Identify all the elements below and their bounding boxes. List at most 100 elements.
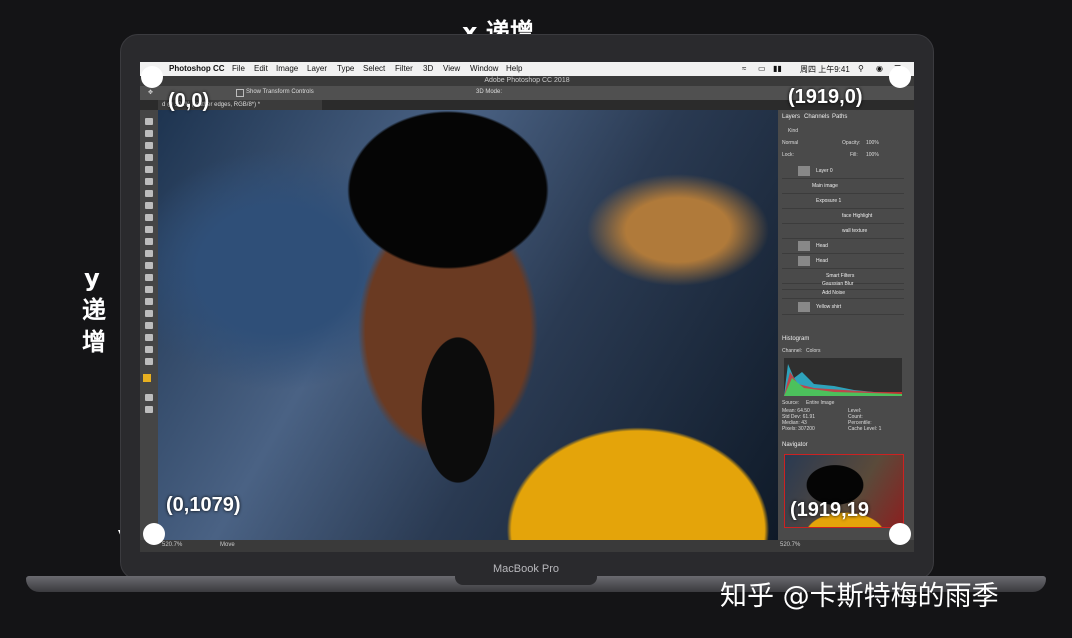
more-tools-icon[interactable] bbox=[145, 358, 153, 365]
kind-filter[interactable]: Kind bbox=[788, 128, 798, 134]
tab-paths[interactable]: Paths bbox=[832, 114, 847, 120]
blur-tool-icon[interactable] bbox=[145, 262, 153, 269]
layer-name: Head bbox=[816, 243, 828, 249]
pen-tool-icon[interactable] bbox=[145, 286, 153, 293]
corner-marker-bottom-right bbox=[889, 523, 911, 545]
navigator-title: Navigator bbox=[782, 442, 808, 448]
layer-row[interactable]: face Highlight bbox=[782, 209, 904, 224]
source-select[interactable]: Entire Image bbox=[806, 400, 834, 406]
magic-wand-tool-icon[interactable] bbox=[145, 154, 153, 161]
crop-tool-icon[interactable] bbox=[145, 166, 153, 173]
status-tool: Move bbox=[220, 542, 235, 548]
coord-bottom-right: (1919,19 bbox=[790, 499, 869, 521]
foreground-color-swatch[interactable] bbox=[143, 374, 151, 382]
layer-row[interactable]: Head bbox=[782, 239, 904, 254]
move-tool-icon[interactable] bbox=[145, 118, 153, 125]
watermark: 知乎 @卡斯特梅的雨季 bbox=[720, 581, 999, 612]
type-tool-icon[interactable] bbox=[145, 298, 153, 305]
layer-name: wall texture bbox=[842, 228, 868, 234]
layer-row[interactable]: Yellow shirt bbox=[782, 300, 904, 315]
blend-mode-select[interactable]: Normal bbox=[782, 140, 798, 146]
menu-view[interactable]: View bbox=[443, 64, 460, 73]
layer-row[interactable]: wall texture bbox=[782, 224, 904, 239]
menu-edit[interactable]: Edit bbox=[254, 64, 268, 73]
lasso-tool-icon[interactable] bbox=[145, 142, 153, 149]
corner-marker-top-left bbox=[141, 66, 163, 88]
y-axis-label-line: y bbox=[84, 264, 100, 292]
shape-tool-icon[interactable] bbox=[145, 322, 153, 329]
y-axis-label-line: 增 bbox=[82, 328, 106, 356]
eyedropper-tool-icon[interactable] bbox=[145, 178, 153, 185]
stat-pixels: Pixels: 307200 bbox=[782, 426, 815, 432]
y-axis-label-line: 递 bbox=[82, 296, 106, 324]
mac-menubar: ● Photoshop CC File Edit Image Layer Typ… bbox=[140, 62, 914, 76]
screen-mode-icon[interactable] bbox=[145, 406, 153, 413]
menu-help[interactable]: Help bbox=[506, 64, 522, 73]
zoom-tool-icon[interactable] bbox=[145, 346, 153, 353]
histogram-title: Histogram bbox=[782, 336, 810, 342]
layer-thumbnail bbox=[798, 166, 810, 176]
tab-channels[interactable]: Channels bbox=[804, 114, 829, 120]
channel-select[interactable]: Colors bbox=[806, 348, 820, 354]
layer-thumbnail bbox=[798, 241, 810, 251]
stat-cache-level: Cache Level: 1 bbox=[848, 426, 882, 432]
menu-type[interactable]: Type bbox=[337, 64, 354, 73]
airplay-icon[interactable]: ▭ bbox=[758, 64, 766, 73]
dodge-tool-icon[interactable] bbox=[145, 274, 153, 281]
layer-name: Gaussian Blur bbox=[822, 281, 854, 287]
show-transform-label: Show Transform Controls bbox=[246, 89, 314, 95]
corner-marker-bottom-left bbox=[143, 523, 165, 545]
y-axis-label: y 递 增 bbox=[82, 262, 106, 358]
layer-row[interactable]: Head bbox=[782, 254, 904, 269]
wifi-icon[interactable]: ≈ bbox=[742, 64, 746, 73]
hand-tool-icon[interactable] bbox=[145, 334, 153, 341]
3d-mode-label: 3D Mode: bbox=[476, 89, 503, 95]
show-transform-checkbox[interactable] bbox=[236, 89, 244, 97]
menu-file[interactable]: File bbox=[232, 64, 245, 73]
healing-tool-icon[interactable] bbox=[145, 190, 153, 197]
opacity-label: Opacity: bbox=[842, 140, 861, 146]
menu-select[interactable]: Select bbox=[363, 64, 385, 73]
channel-label: Channel: bbox=[782, 348, 803, 354]
path-select-tool-icon[interactable] bbox=[145, 310, 153, 317]
quick-mask-icon[interactable] bbox=[145, 394, 153, 401]
right-panels: Layers Channels Paths Kind Normal Opacit… bbox=[778, 110, 914, 540]
menubar-clock[interactable]: 周四 上午9:41 bbox=[800, 64, 850, 75]
menu-window[interactable]: Window bbox=[470, 64, 498, 73]
toolbox bbox=[140, 110, 158, 540]
zoom-level[interactable]: 520.7% bbox=[162, 542, 182, 548]
stamp-tool-icon[interactable] bbox=[145, 214, 153, 221]
layer-name: Exposure 1 bbox=[816, 198, 842, 204]
layer-row[interactable]: Layer 0 bbox=[782, 164, 904, 179]
fill-label: Fill: bbox=[850, 152, 858, 158]
marquee-tool-icon[interactable] bbox=[145, 130, 153, 137]
menu-image[interactable]: Image bbox=[276, 64, 298, 73]
move-tool-icon[interactable]: ✥ bbox=[148, 89, 153, 96]
layer-row[interactable]: Exposure 1 bbox=[782, 194, 904, 209]
navigator-zoom[interactable]: 520.7% bbox=[780, 542, 800, 548]
laptop-screen: ● Photoshop CC File Edit Image Layer Typ… bbox=[140, 62, 914, 552]
menu-app-name[interactable]: Photoshop CC bbox=[169, 64, 225, 73]
eraser-tool-icon[interactable] bbox=[145, 238, 153, 245]
histogram-chart bbox=[784, 364, 902, 396]
menu-3d[interactable]: 3D bbox=[423, 64, 433, 73]
search-icon[interactable]: ⚲ bbox=[858, 64, 864, 73]
menu-layer[interactable]: Layer bbox=[307, 64, 327, 73]
user-icon[interactable]: ◉ bbox=[876, 64, 883, 73]
gradient-tool-icon[interactable] bbox=[145, 250, 153, 257]
battery-icon[interactable]: ▮▮ bbox=[773, 64, 782, 73]
canvas-portrait-image[interactable] bbox=[158, 110, 778, 540]
layer-name: Layer 0 bbox=[816, 168, 833, 174]
layer-row[interactable]: Main image bbox=[782, 179, 904, 194]
layer-thumbnail bbox=[798, 302, 810, 312]
brush-tool-icon[interactable] bbox=[145, 202, 153, 209]
layer-row[interactable]: Add Noise bbox=[782, 289, 904, 299]
fill-value[interactable]: 100% bbox=[866, 152, 879, 158]
menu-filter[interactable]: Filter bbox=[395, 64, 413, 73]
lock-label: Lock: bbox=[782, 152, 794, 158]
histogram-graph bbox=[784, 358, 902, 396]
source-label: Source: bbox=[782, 400, 800, 406]
opacity-value[interactable]: 100% bbox=[866, 140, 879, 146]
tab-layers[interactable]: Layers bbox=[782, 114, 800, 120]
history-brush-tool-icon[interactable] bbox=[145, 226, 153, 233]
